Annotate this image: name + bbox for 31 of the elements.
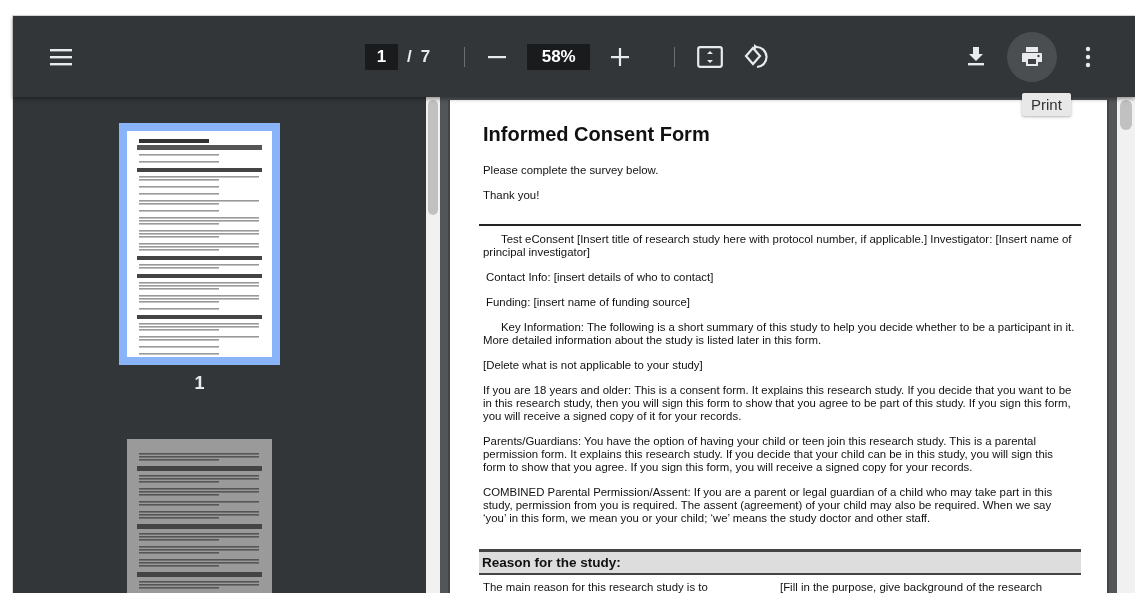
print-icon bbox=[1021, 46, 1043, 67]
paragraph: Please complete the survey below. bbox=[483, 164, 660, 177]
paragraph: Thank you! bbox=[483, 189, 541, 202]
zoom-field[interactable]: 58% bbox=[527, 43, 591, 70]
zoom-in-icon[interactable] bbox=[610, 46, 631, 67]
paragraph: [Delete what is not applicable to your study] bbox=[483, 359, 704, 372]
paragraph: Contact Info: [insert details of who to contact] bbox=[485, 271, 715, 284]
more-icon bbox=[1085, 45, 1091, 68]
section-heading: Reason for the study: bbox=[479, 549, 1081, 575]
paragraph: If you are 18 years and older: This is a consent form. It explains this research study. If you decide that you want to be in this research study, then you will sign this form to show that you agree to be part of this study. If you sign this form, you will receive a signed copy of it for your records. bbox=[483, 384, 1073, 423]
paragraph: Funding: [insert name of funding source] bbox=[485, 296, 691, 309]
rotate-icon[interactable] bbox=[743, 43, 770, 70]
tooltip: Print bbox=[1022, 93, 1071, 116]
paragraph: COMBINED Parental Permission/Assent: If you are a parent or legal guardian of a child who may take part in this study, permission from you is required. The assent (agreement) of your child may also be required. When we say ‘you’ in this form, we mean you or your child; ‘we’ means the study doctor and other staff. bbox=[483, 486, 1054, 525]
paragraph: The main reason for this research study is to bbox=[483, 581, 709, 593]
page-number-label: 1 bbox=[194, 373, 205, 394]
scrollbar-thumb[interactable] bbox=[1120, 100, 1132, 130]
fit-page-icon[interactable] bbox=[697, 45, 724, 68]
menu-icon[interactable] bbox=[50, 47, 72, 66]
document-title: Informed Consent Form bbox=[483, 122, 711, 146]
page-thumbnail[interactable] bbox=[119, 123, 280, 365]
scrollbar-thumb[interactable] bbox=[428, 100, 438, 215]
paragraph: Parents/Guardians: You have the option of having your child or teen join this research study. This is a parental permission form. It explains this research study. If you decide that your child can be in this study, you will sign this form to show that you agree. If you sign this form, you will receive a signed copy for your records. bbox=[483, 435, 1054, 474]
page-separator: / bbox=[407, 46, 412, 67]
page-count: 7 bbox=[420, 46, 431, 67]
paragraph: Test eConsent [Insert title of research study here with protocol number, if applicable.] Investigator: [Insert name of principal investigator] bbox=[483, 233, 1073, 259]
print-button[interactable] bbox=[1007, 31, 1057, 82]
page-number-field[interactable]: 1 bbox=[365, 43, 398, 70]
paragraph: Key Information: The following is a short summary of this study to help you decide whether to be a participant in it. More detailed information about the study is listed later in this form. bbox=[483, 321, 1076, 347]
download-icon bbox=[966, 46, 986, 67]
paragraph: [Fill in the purpose, give background of the research bbox=[780, 581, 1044, 593]
